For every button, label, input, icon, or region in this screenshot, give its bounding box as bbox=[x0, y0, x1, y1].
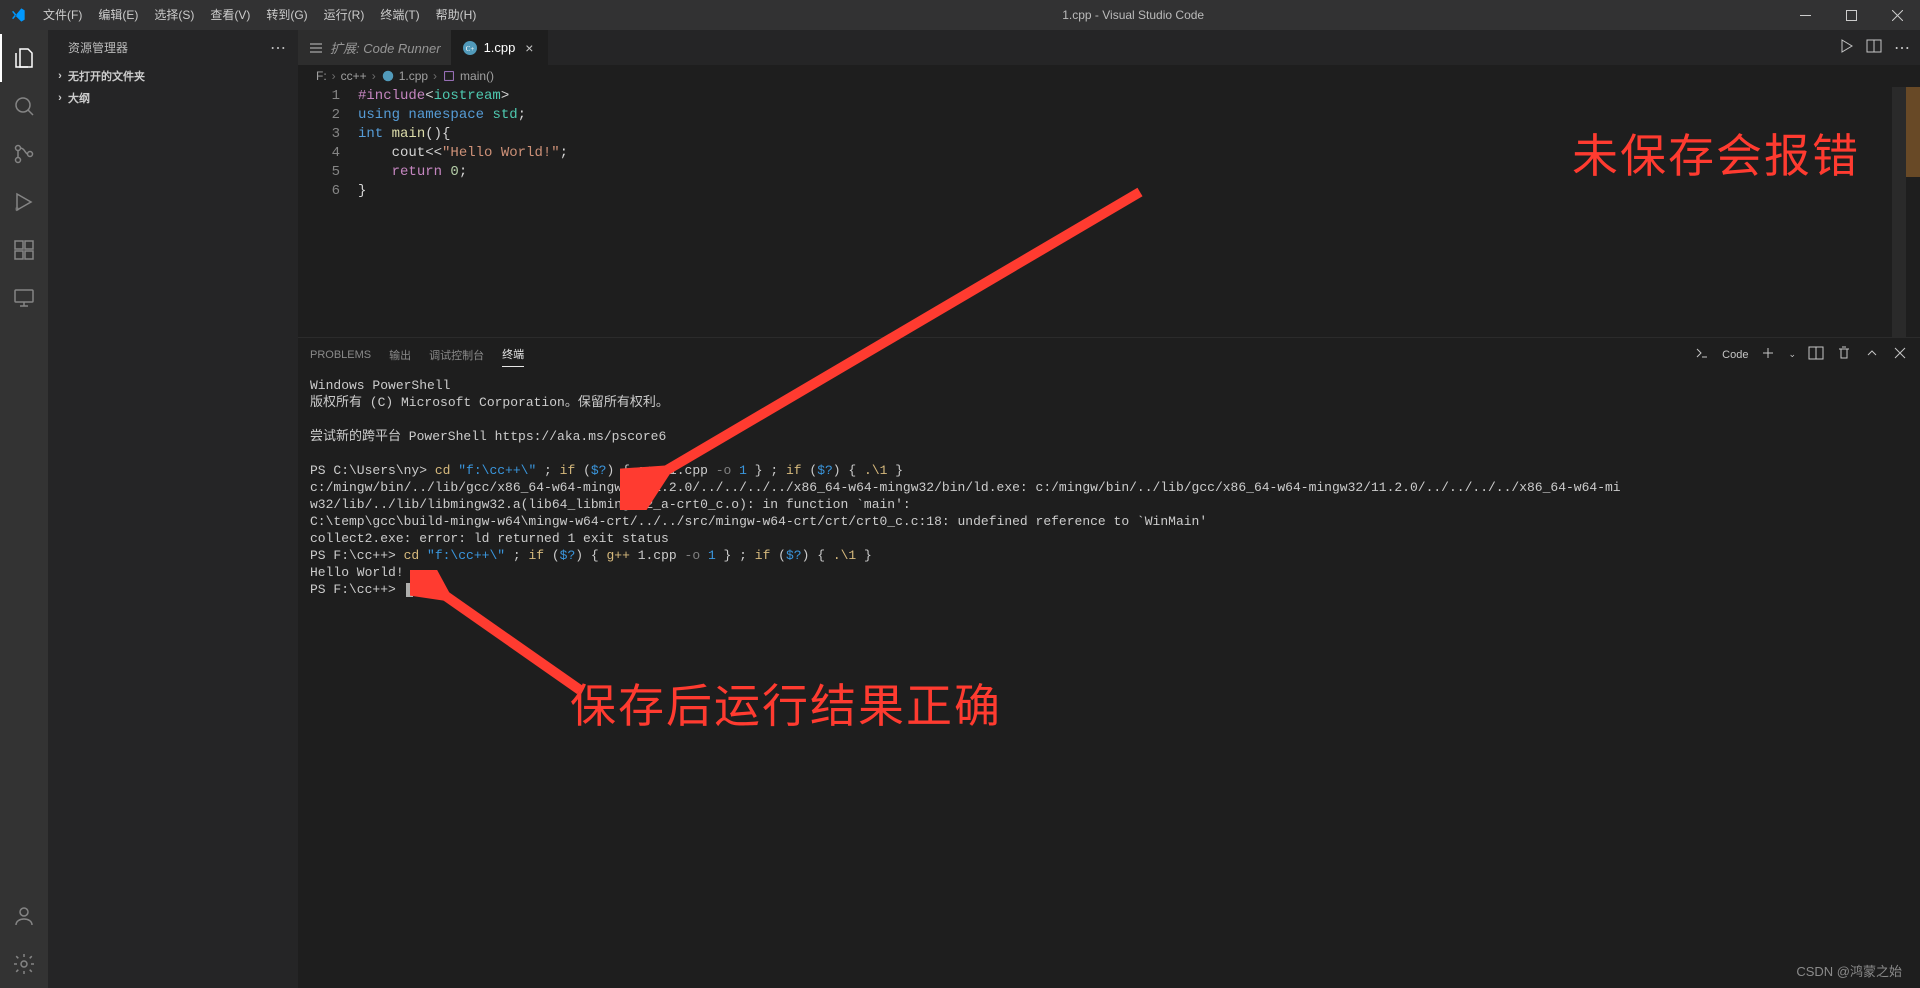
code-area[interactable]: #include<iostream>using namespace std;in… bbox=[358, 87, 1892, 337]
sidebar-header: 资源管理器 ⋯ bbox=[48, 30, 298, 65]
scm-activity-icon[interactable] bbox=[0, 130, 48, 178]
cpp-file-icon: C+ bbox=[462, 40, 478, 56]
panel-tab-terminal[interactable]: 终端 bbox=[502, 342, 524, 367]
crumb-symbol[interactable]: main() bbox=[442, 69, 494, 83]
search-activity-icon[interactable] bbox=[0, 82, 48, 130]
run-code-icon[interactable] bbox=[1838, 38, 1854, 57]
menu-item[interactable]: 帮助(H) bbox=[428, 0, 485, 30]
terminal[interactable]: Windows PowerShell版权所有 (C) Microsoft Cor… bbox=[298, 371, 1920, 988]
terminal-cursor bbox=[406, 583, 413, 597]
panel: PROBLEMS 输出 调试控制台 终端 Code ⌄ Windows Powe… bbox=[298, 337, 1920, 988]
explorer-activity-icon[interactable] bbox=[0, 34, 48, 82]
panel-tabs: PROBLEMS 输出 调试控制台 终端 Code ⌄ bbox=[298, 338, 1920, 371]
panel-actions: Code ⌄ bbox=[1694, 345, 1908, 364]
sidebar-more-icon[interactable]: ⋯ bbox=[270, 38, 288, 58]
split-terminal-icon[interactable] bbox=[1808, 345, 1824, 364]
split-editor-icon[interactable] bbox=[1866, 38, 1882, 57]
panel-tab-output[interactable]: 输出 bbox=[389, 343, 411, 367]
crumb-folder[interactable]: cc++ bbox=[341, 69, 367, 83]
editor[interactable]: 123456 #include<iostream>using namespace… bbox=[298, 87, 1920, 337]
menu-item[interactable]: 选择(S) bbox=[146, 0, 202, 30]
vscode-logo-icon bbox=[0, 7, 35, 23]
window-title: 1.cpp - Visual Studio Code bbox=[484, 8, 1782, 22]
minimize-button[interactable] bbox=[1782, 0, 1828, 30]
sidebar-section-label: 无打开的文件夹 bbox=[68, 68, 145, 84]
tab-code-runner[interactable]: 扩展: Code Runner bbox=[298, 30, 452, 65]
sidebar-section-nofolder[interactable]: › 无打开的文件夹 bbox=[48, 65, 298, 87]
crumb-file[interactable]: 1.cpp bbox=[381, 69, 428, 83]
terminal-profile-icon[interactable] bbox=[1694, 345, 1710, 364]
run-activity-icon[interactable] bbox=[0, 178, 48, 226]
chevron-right-icon: › bbox=[52, 92, 68, 104]
close-tab-icon[interactable]: × bbox=[521, 40, 537, 56]
sidebar-section-outline[interactable]: › 大纲 bbox=[48, 87, 298, 109]
editor-tabs: 扩展: Code Runner C+ 1.cpp × ⋯ bbox=[298, 30, 1920, 65]
window-controls bbox=[1782, 0, 1920, 30]
title-bar: 文件(F)编辑(E)选择(S)查看(V)转到(G)运行(R)终端(T)帮助(H)… bbox=[0, 0, 1920, 30]
menu-bar: 文件(F)编辑(E)选择(S)查看(V)转到(G)运行(R)终端(T)帮助(H) bbox=[35, 0, 484, 30]
workbench: 资源管理器 ⋯ › 无打开的文件夹 › 大纲 扩展: Code Runner C… bbox=[0, 30, 1920, 988]
panel-tab-problems[interactable]: PROBLEMS bbox=[310, 345, 371, 365]
extensions-activity-icon[interactable] bbox=[0, 226, 48, 274]
menu-item[interactable]: 转到(G) bbox=[258, 0, 315, 30]
kill-terminal-icon[interactable] bbox=[1836, 345, 1852, 364]
editor-actions: ⋯ bbox=[1838, 30, 1920, 65]
editor-group: 扩展: Code Runner C+ 1.cpp × ⋯ F: › cc++ › bbox=[298, 30, 1920, 988]
sidebar-explorer: 资源管理器 ⋯ › 无打开的文件夹 › 大纲 bbox=[48, 30, 298, 988]
sidebar-section-label: 大纲 bbox=[68, 90, 90, 106]
remote-activity-icon[interactable] bbox=[0, 274, 48, 322]
watermark: CSDN @鸿蒙之始 bbox=[1796, 961, 1902, 980]
terminal-profile-label: Code bbox=[1722, 349, 1748, 361]
overview-ruler bbox=[1906, 87, 1920, 337]
maximize-button[interactable] bbox=[1828, 0, 1874, 30]
chevron-right-icon: › bbox=[52, 70, 68, 82]
tab-current-file[interactable]: C+ 1.cpp × bbox=[452, 30, 549, 65]
panel-tab-debug[interactable]: 调试控制台 bbox=[429, 343, 484, 367]
maximize-panel-icon[interactable] bbox=[1864, 345, 1880, 364]
close-button[interactable] bbox=[1874, 0, 1920, 30]
close-panel-icon[interactable] bbox=[1892, 345, 1908, 364]
activity-bar bbox=[0, 30, 48, 988]
list-icon bbox=[308, 40, 324, 56]
crumb-drive[interactable]: F: bbox=[316, 69, 327, 83]
menu-item[interactable]: 查看(V) bbox=[202, 0, 258, 30]
minimap[interactable] bbox=[1892, 87, 1906, 337]
line-numbers: 123456 bbox=[298, 87, 358, 337]
menu-item[interactable]: 文件(F) bbox=[35, 0, 90, 30]
menu-item[interactable]: 运行(R) bbox=[316, 0, 373, 30]
sidebar-title: 资源管理器 bbox=[68, 39, 128, 56]
tab-label: 扩展: Code Runner bbox=[330, 38, 441, 57]
tab-label: 1.cpp bbox=[484, 40, 516, 55]
account-activity-icon[interactable] bbox=[0, 892, 48, 940]
more-actions-icon[interactable]: ⋯ bbox=[1894, 38, 1912, 58]
menu-item[interactable]: 编辑(E) bbox=[90, 0, 146, 30]
svg-text:C+: C+ bbox=[465, 45, 474, 53]
settings-activity-icon[interactable] bbox=[0, 940, 48, 988]
breadcrumb[interactable]: F: › cc++ › 1.cpp › main() bbox=[298, 65, 1920, 87]
menu-item[interactable]: 终端(T) bbox=[372, 0, 427, 30]
terminal-dropdown-icon[interactable]: ⌄ bbox=[1788, 349, 1796, 360]
new-terminal-icon[interactable] bbox=[1760, 345, 1776, 364]
